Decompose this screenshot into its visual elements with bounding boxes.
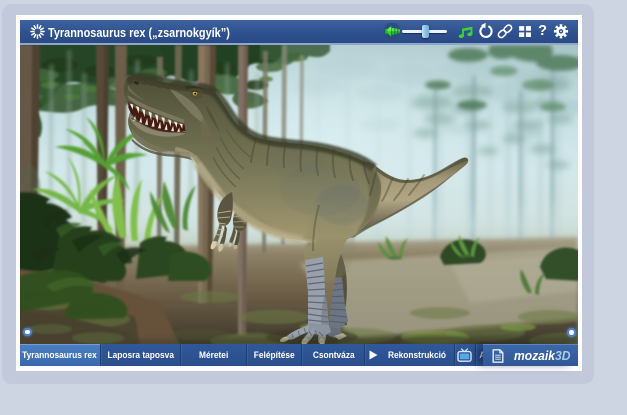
tab-csontvaza[interactable]: Csontváza	[302, 344, 365, 366]
play-icon	[369, 350, 378, 360]
tab-tyrannosaurus-rex[interactable]: Tyrannosaurus rex	[20, 344, 101, 366]
logo-brand: mozaik	[514, 348, 555, 363]
tab-label: Felépítése	[254, 350, 295, 361]
tab-video[interactable]	[455, 344, 476, 366]
hotspot-left[interactable]	[25, 330, 30, 335]
tab-label: Csontváza	[312, 350, 354, 361]
tab-rekonstrukcio[interactable]: Rekonstrukció	[365, 344, 455, 366]
settings-button[interactable]	[550, 20, 572, 43]
volume-slider-thumb[interactable]	[422, 25, 429, 38]
spinner-icon	[30, 24, 45, 39]
tab-felepitese[interactable]: Felépítése	[247, 344, 302, 366]
mozaik-panel[interactable]: mozaik3D	[483, 344, 578, 366]
window-title: Tyrannosaurus rex („zsarnokgyík”)	[48, 25, 230, 40]
hotspot-right[interactable]	[569, 330, 574, 335]
app-window: Tyrannosaurus rex („zsarnokgyík”)	[16, 15, 582, 371]
logo-suffix: 3D	[555, 348, 570, 363]
bottom-tab-bar: Tyrannosaurus rex Laposra taposva Mérete…	[20, 344, 578, 366]
volume-slider[interactable]	[402, 20, 448, 43]
tab-label: Méretei	[199, 350, 228, 361]
tv-icon	[457, 348, 472, 362]
title-bar: Tyrannosaurus rex („zsarnokgyík”)	[20, 20, 578, 45]
tab-label: Rekonstrukció	[388, 350, 446, 361]
volume-button[interactable]	[382, 20, 404, 43]
tab-laposra-taposva[interactable]: Laposra taposva	[101, 344, 182, 366]
tab-label: Laposra taposva	[107, 350, 173, 361]
document-icon	[492, 349, 504, 363]
tab-meretei[interactable]: Méretei	[181, 344, 247, 366]
mozaik-logo: mozaik3D	[514, 348, 570, 363]
scene-3d-view[interactable]	[20, 45, 578, 345]
tab-label: Tyrannosaurus rex	[22, 350, 97, 361]
